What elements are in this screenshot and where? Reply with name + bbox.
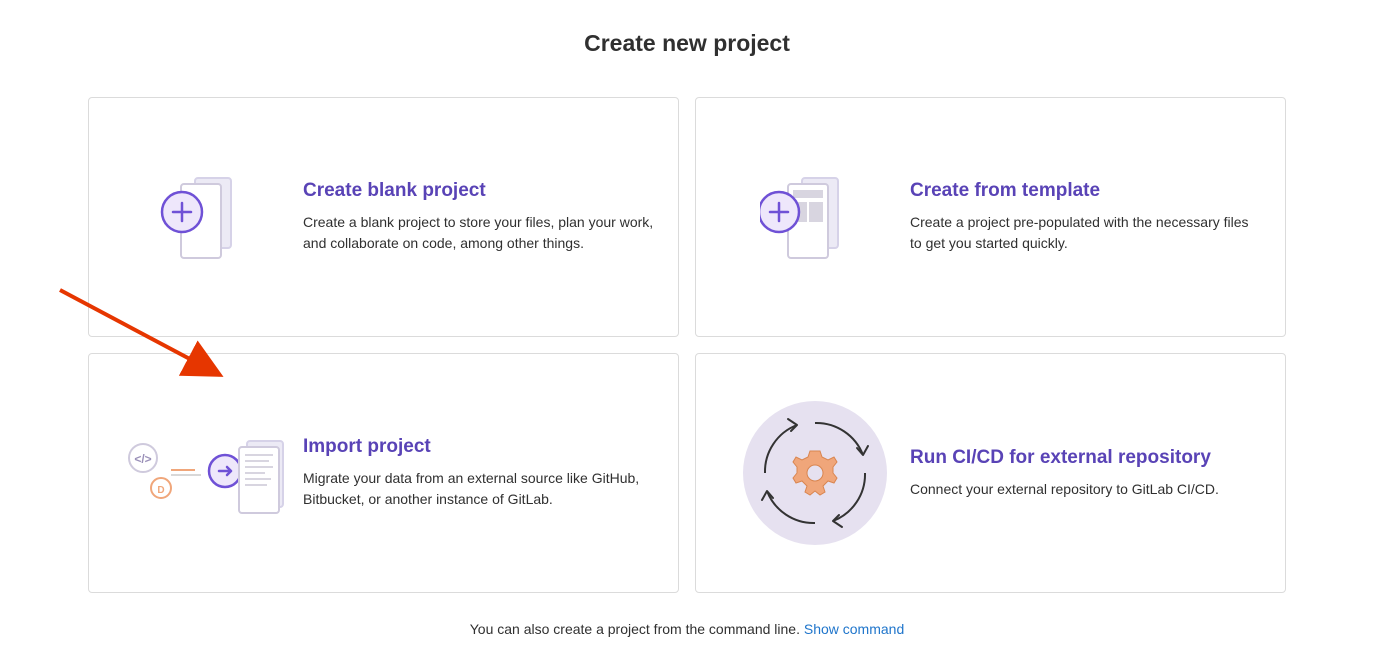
create-from-template-card[interactable]: Create from template Create a project pr… [695, 97, 1286, 337]
import-project-card[interactable]: </> D Import pro [88, 353, 679, 593]
cicd-icon [720, 393, 910, 553]
card-title: Create from template [910, 180, 1261, 202]
card-description: Create a project pre-populated with the … [910, 212, 1261, 254]
run-cicd-card[interactable]: Run CI/CD for external repository Connec… [695, 353, 1286, 593]
card-title: Import project [303, 436, 654, 458]
card-title: Create blank project [303, 180, 654, 202]
create-blank-project-card[interactable]: Create blank project Create a blank proj… [88, 97, 679, 337]
project-options-grid: Create blank project Create a blank proj… [88, 97, 1286, 593]
svg-text:D: D [157, 485, 164, 496]
card-title: Run CI/CD for external repository [910, 447, 1261, 469]
show-command-link[interactable]: Show command [804, 621, 904, 637]
card-description: Connect your external repository to GitL… [910, 479, 1261, 500]
footer-text: You can also create a project from the c… [88, 621, 1286, 637]
card-description: Migrate your data from an external sourc… [303, 468, 654, 510]
blank-project-icon [113, 172, 303, 262]
card-description: Create a blank project to store your fil… [303, 212, 654, 254]
import-icon: </> D [113, 423, 303, 523]
footer-static-text: You can also create a project from the c… [470, 621, 804, 637]
svg-text:</>: </> [134, 452, 151, 466]
page-title: Create new project [88, 30, 1286, 57]
template-icon [720, 172, 910, 262]
